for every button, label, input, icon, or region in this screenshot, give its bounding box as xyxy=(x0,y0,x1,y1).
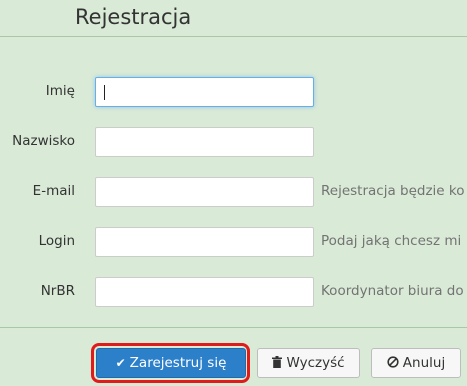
last-name-input[interactable] xyxy=(95,127,314,157)
form-row-last-name: Nazwisko xyxy=(0,127,467,157)
register-button[interactable]: ✔ Zarejestruj się xyxy=(96,348,246,378)
login-input[interactable] xyxy=(95,227,314,257)
last-name-label: Nazwisko xyxy=(12,133,75,149)
email-help-text: Rejestracja będzie ko xyxy=(321,183,465,199)
clear-button[interactable]: Wyczyść xyxy=(257,348,360,378)
cancel-button[interactable]: Anuluj xyxy=(371,348,461,378)
first-name-input[interactable] xyxy=(95,77,314,107)
ban-icon xyxy=(387,356,399,370)
register-button-label: Zarejestruj się xyxy=(129,355,227,371)
clear-button-label: Wyczyść xyxy=(286,355,345,371)
form-row-first-name: Imię xyxy=(0,77,467,107)
login-label: Login xyxy=(38,233,75,249)
trash-icon xyxy=(272,356,283,370)
footer-divider xyxy=(0,327,467,328)
form-row-email: E-mail Rejestracja będzie ko xyxy=(0,177,467,207)
email-label: E-mail xyxy=(32,183,75,199)
login-help-text: Podaj jaką chcesz mi xyxy=(321,233,462,249)
email-input[interactable] xyxy=(95,177,314,207)
text-caret xyxy=(104,85,105,100)
nrbr-label: NrBR xyxy=(40,283,75,299)
first-name-label: Imię xyxy=(45,83,75,99)
form-row-nrbr: NrBR Koordynator biura do xyxy=(0,277,467,307)
cancel-button-label: Anuluj xyxy=(402,355,446,371)
check-icon: ✔ xyxy=(115,356,126,370)
header-divider xyxy=(0,36,467,37)
page-title: Rejestracja xyxy=(75,5,192,29)
nrbr-help-text: Koordynator biura do xyxy=(321,283,464,299)
nrbr-input[interactable] xyxy=(95,277,314,307)
form-row-login: Login Podaj jaką chcesz mi xyxy=(0,227,467,257)
